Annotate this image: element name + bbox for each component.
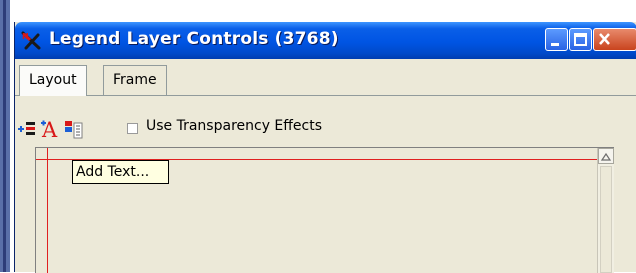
vertical-scrollbar[interactable] (597, 148, 614, 273)
minimize-button[interactable] (545, 28, 568, 51)
tab-layout[interactable]: Layout (19, 65, 87, 96)
legend-tool-icon: N (21, 31, 43, 51)
guide-line-vertical[interactable] (47, 148, 48, 273)
tab-frame[interactable]: Frame (103, 65, 167, 95)
tab-divider (15, 95, 636, 96)
tab-bar: Layout Frame (15, 65, 636, 96)
add-text-icon[interactable]: A (39, 117, 61, 142)
tab-layout-label: Layout (29, 72, 77, 88)
maximize-button[interactable] (569, 28, 592, 51)
tab-frame-label: Frame (113, 72, 157, 88)
scroll-track[interactable] (600, 166, 612, 273)
title-bar[interactable]: N Legend Layer Controls (3768) (15, 22, 636, 59)
toolbar: A Use Transparency Effects (15, 117, 636, 143)
svg-text:N: N (22, 32, 29, 41)
close-button[interactable] (593, 28, 636, 51)
legend-layer-controls-window: N Legend Layer Controls (3768) Layout Fr… (14, 22, 636, 273)
window-title: Legend Layer Controls (3768) (49, 29, 339, 49)
add-item-icon[interactable] (17, 117, 39, 139)
transparency-checkbox-label[interactable]: Use Transparency Effects (146, 118, 322, 134)
transparency-checkbox[interactable] (127, 123, 138, 134)
legend-style-icon[interactable] (63, 117, 85, 139)
add-text-tooltip: Add Text... (72, 160, 169, 184)
scroll-up-button[interactable] (598, 148, 614, 164)
background-window-edge (0, 0, 10, 272)
